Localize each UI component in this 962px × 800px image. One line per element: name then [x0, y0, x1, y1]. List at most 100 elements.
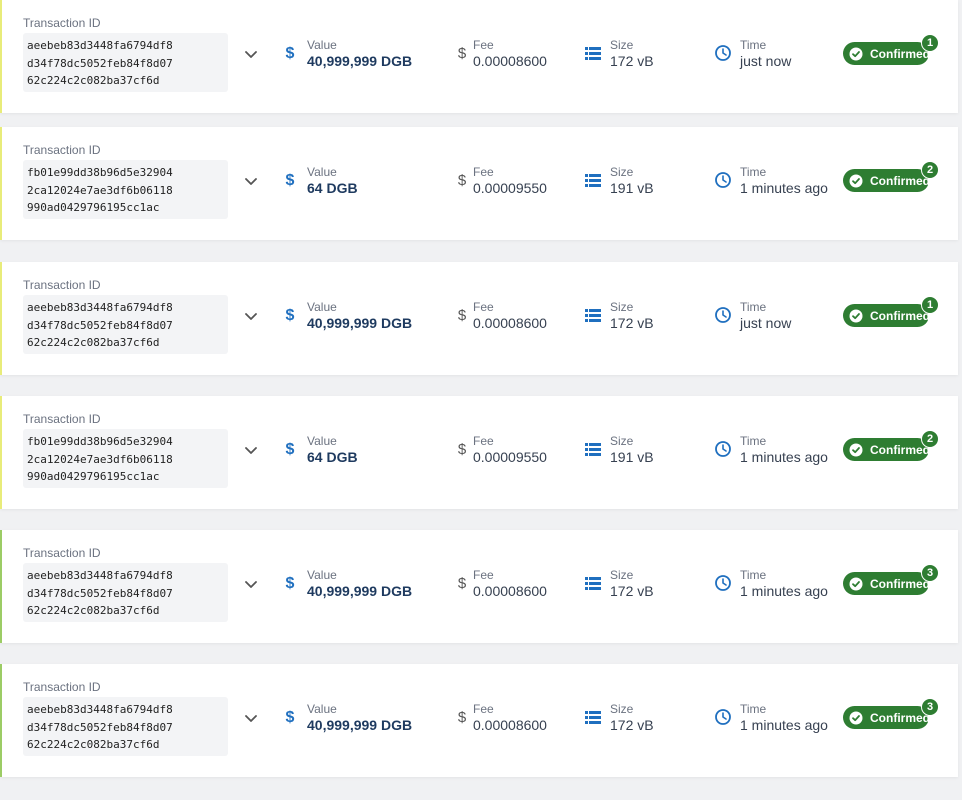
- time-value: 1 minutes ago: [740, 449, 828, 465]
- list-icon: [585, 711, 601, 724]
- transaction-card[interactable]: Transaction ID fb01e99dd38b96d5e32904 2ca…: [0, 127, 958, 240]
- time-label: Time: [740, 434, 767, 448]
- transaction-card[interactable]: Transaction ID aeebeb83d3448fa6794df8 d34…: [0, 0, 958, 113]
- fee-label: Fee: [473, 434, 494, 448]
- fee-amount: 0.00008600: [473, 717, 547, 733]
- status-badge: Confirmed: [843, 304, 930, 327]
- value-label: Value: [307, 702, 337, 716]
- clock-icon: [715, 307, 731, 323]
- confirmations-count: 2: [921, 161, 939, 179]
- chevron-down-icon[interactable]: [243, 173, 259, 189]
- list-icon: [585, 174, 601, 187]
- svg-text:$: $: [458, 45, 467, 62]
- dollar-icon: $: [286, 575, 295, 592]
- transaction-id-value[interactable]: aeebeb83d3448fa6794df8 d34f78dc5052feb84f…: [23, 563, 228, 622]
- size-amount: 172 vB: [610, 53, 654, 69]
- transaction-card[interactable]: Transaction ID aeebeb83d3448fa6794df8 d34…: [0, 262, 958, 375]
- dollar-icon: $: [458, 172, 467, 189]
- size-label: Size: [610, 434, 634, 448]
- svg-text:$: $: [458, 441, 467, 458]
- value-label: Value: [307, 300, 337, 314]
- dollar-icon: $: [458, 709, 467, 726]
- fee-label: Fee: [473, 702, 494, 716]
- value-amount: 40,999,999 DGB: [307, 315, 413, 331]
- list-icon: [585, 309, 601, 322]
- dollar-icon: $: [458, 45, 467, 62]
- status-badge: Confirmed: [843, 169, 930, 192]
- confirmations-count: 3: [921, 564, 939, 582]
- dollar-icon: $: [286, 307, 295, 324]
- fee-label: Fee: [473, 165, 494, 179]
- dollar-icon: $: [286, 172, 295, 189]
- value-label: Value: [307, 38, 337, 52]
- svg-text:$: $: [286, 45, 295, 62]
- transaction-id-value[interactable]: aeebeb83d3448fa6794df8 d34f78dc5052feb84f…: [23, 33, 228, 92]
- size-label: Size: [610, 300, 634, 314]
- chevron-down-icon[interactable]: [243, 308, 259, 324]
- transaction-id-value[interactable]: aeebeb83d3448fa6794df8 d34f78dc5052feb84f…: [23, 295, 228, 354]
- clock-icon: [715, 172, 731, 188]
- fee-amount: 0.00008600: [473, 583, 547, 599]
- check-circle-icon: [849, 309, 863, 322]
- value-amount: 40,999,999 DGB: [307, 717, 413, 733]
- transaction-list: Transaction ID aeebeb83d3448fa6794df8 d34…: [0, 0, 962, 800]
- status-badge: Confirmed: [843, 438, 930, 461]
- size-amount: 191 vB: [610, 180, 654, 196]
- status-label: Confirmed: [870, 576, 930, 591]
- size-label: Size: [610, 165, 634, 179]
- fee-amount: 0.00009550: [473, 180, 547, 196]
- transaction-id-label: Transaction ID: [23, 412, 101, 426]
- chevron-down-icon[interactable]: [243, 710, 259, 726]
- list-icon: [585, 443, 601, 456]
- time-value: 1 minutes ago: [740, 180, 828, 196]
- status-badge: Confirmed: [843, 706, 930, 729]
- clock-icon: [715, 709, 731, 725]
- svg-text:$: $: [286, 709, 295, 726]
- time-value: just now: [740, 53, 792, 69]
- transaction-id-value[interactable]: aeebeb83d3448fa6794df8 d34f78dc5052feb84f…: [23, 697, 228, 756]
- check-circle-icon: [849, 174, 863, 187]
- list-icon: [585, 47, 601, 60]
- transaction-card[interactable]: Transaction ID aeebeb83d3448fa6794df8 d34…: [0, 530, 958, 643]
- svg-text:$: $: [458, 172, 467, 189]
- size-label: Size: [610, 568, 634, 582]
- value-label: Value: [307, 568, 337, 582]
- value-label: Value: [307, 434, 337, 448]
- fee-amount: 0.00008600: [473, 315, 547, 331]
- time-label: Time: [740, 300, 767, 314]
- status-badge: Confirmed: [843, 42, 930, 65]
- confirmations-count: 1: [921, 34, 939, 52]
- list-icon: [585, 577, 601, 590]
- chevron-down-icon[interactable]: [243, 576, 259, 592]
- clock-icon: [715, 441, 731, 457]
- check-circle-icon: [849, 711, 863, 724]
- transaction-card[interactable]: Transaction ID aeebeb83d3448fa6794df8 d34…: [0, 664, 958, 777]
- transaction-id-value[interactable]: fb01e99dd38b96d5e32904 2ca12024e7ae3df6b0…: [23, 429, 228, 488]
- status-label: Confirmed: [870, 46, 930, 61]
- confirmations-count: 1: [921, 296, 939, 314]
- value-amount: 40,999,999 DGB: [307, 583, 413, 599]
- transaction-card[interactable]: Transaction ID fb01e99dd38b96d5e32904 2ca…: [0, 396, 958, 509]
- chevron-down-icon[interactable]: [243, 46, 259, 62]
- transaction-id-label: Transaction ID: [23, 680, 101, 694]
- time-label: Time: [740, 38, 767, 52]
- status-label: Confirmed: [870, 442, 930, 457]
- check-circle-icon: [849, 47, 863, 60]
- status-badge: Confirmed: [843, 572, 930, 595]
- svg-text:$: $: [286, 575, 295, 592]
- time-label: Time: [740, 165, 767, 179]
- dollar-icon: $: [458, 441, 467, 458]
- fee-amount: 0.00008600: [473, 53, 547, 69]
- size-amount: 191 vB: [610, 449, 654, 465]
- transaction-id-value[interactable]: fb01e99dd38b96d5e32904 2ca12024e7ae3df6b0…: [23, 160, 228, 219]
- confirmations-count: 3: [921, 698, 939, 716]
- chevron-down-icon[interactable]: [243, 442, 259, 458]
- svg-text:$: $: [458, 709, 467, 726]
- status-label: Confirmed: [870, 173, 930, 188]
- confirmations-count: 2: [921, 430, 939, 448]
- dollar-icon: $: [286, 441, 295, 458]
- status-label: Confirmed: [870, 710, 930, 725]
- status-label: Confirmed: [870, 308, 930, 323]
- size-label: Size: [610, 702, 634, 716]
- svg-text:$: $: [458, 307, 467, 324]
